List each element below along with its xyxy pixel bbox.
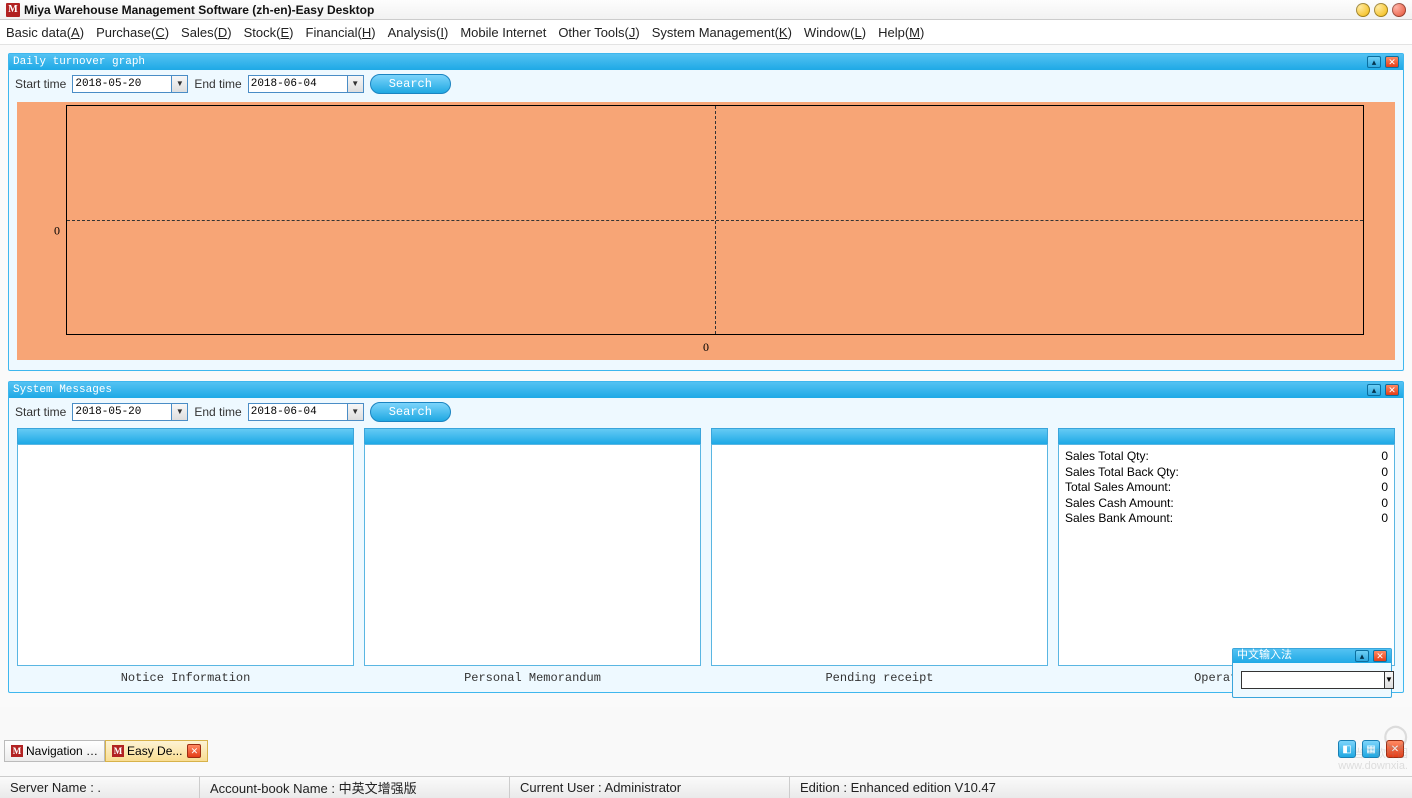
turnover-start-date-input[interactable]	[72, 75, 172, 93]
menu-basic-data[interactable]: Basic data(A)	[6, 25, 84, 40]
stat-value: 0	[1368, 465, 1388, 481]
menu-window[interactable]: Window(L)	[804, 25, 866, 40]
tab-label: Easy De...	[127, 745, 182, 757]
watermark-text: 当下软件园	[1338, 748, 1408, 760]
column-caption: Pending receipt	[711, 666, 1048, 684]
panel-close-button[interactable]: ✕	[1385, 384, 1399, 396]
tab-close-button[interactable]: ✕	[187, 744, 201, 758]
menu-analysis[interactable]: Analysis(I)	[388, 25, 449, 40]
menu-financial[interactable]: Financial(H)	[306, 25, 376, 40]
panel-close-button[interactable]: ✕	[1373, 650, 1387, 662]
menu-purchase[interactable]: Purchase(C)	[96, 25, 169, 40]
chart-y-tick: 0	[54, 224, 60, 239]
tab-label: Navigation …	[26, 745, 98, 757]
statusbar: Server Name : . Account-book Name : 中英文增…	[0, 776, 1412, 798]
list-header[interactable]	[711, 428, 1048, 444]
end-time-label: End time	[194, 405, 241, 419]
turnover-chart: 0 0	[17, 102, 1395, 360]
ime-input[interactable]	[1241, 671, 1385, 689]
list-header[interactable]	[1058, 428, 1395, 444]
chart-x-tick: 0	[703, 340, 709, 355]
menubar: Basic data(A) Purchase(C) Sales(D) Stock…	[0, 20, 1412, 45]
stat-value: 0	[1368, 480, 1388, 496]
menu-help[interactable]: Help(M)	[878, 25, 924, 40]
status-current-user: Current User : Administrator	[510, 777, 790, 798]
column-caption: Personal Memorandum	[364, 666, 701, 684]
menu-system-management[interactable]: System Management(K)	[652, 25, 792, 40]
daily-turnover-panel: Daily turnover graph ▴ ✕ Start time ▼ En…	[8, 53, 1404, 371]
watermark-logo-icon: ◯	[1338, 724, 1408, 748]
task-tabs: M Navigation … M Easy De... ✕	[4, 740, 208, 762]
watermark: ◯ 当下软件园 www.downxia.	[1338, 724, 1408, 772]
stat-label: Sales Bank Amount:	[1065, 511, 1368, 527]
app-icon: M	[6, 3, 20, 17]
tab-easy-desktop[interactable]: M Easy De... ✕	[105, 740, 208, 762]
app-icon: M	[112, 745, 124, 757]
panel-collapse-button[interactable]: ▴	[1367, 384, 1381, 396]
status-edition: Edition : Enhanced edition V10.47	[790, 777, 1412, 798]
stat-value: 0	[1368, 496, 1388, 512]
window-maximize-button[interactable]	[1374, 3, 1388, 17]
list-header[interactable]	[364, 428, 701, 444]
list-body: Sales Total Qty:0 Sales Total Back Qty:0…	[1058, 444, 1395, 666]
stat-label: Sales Total Back Qty:	[1065, 465, 1368, 481]
dropdown-icon[interactable]: ▼	[348, 75, 364, 93]
turnover-end-date-input[interactable]	[248, 75, 348, 93]
list-body[interactable]	[17, 444, 354, 666]
messages-end-date-input[interactable]	[248, 403, 348, 421]
start-time-label: Start time	[15, 77, 66, 91]
menu-stock[interactable]: Stock(E)	[244, 25, 294, 40]
system-messages-title: System Messages	[13, 385, 112, 396]
operation-stats-box: Sales Total Qty:0 Sales Total Back Qty:0…	[1058, 428, 1395, 684]
stat-label: Sales Cash Amount:	[1065, 496, 1368, 512]
stat-value: 0	[1368, 511, 1388, 527]
stat-label: Sales Total Qty:	[1065, 449, 1368, 465]
tab-navigation[interactable]: M Navigation …	[4, 740, 105, 762]
dropdown-icon[interactable]: ▼	[172, 75, 188, 93]
status-server: Server Name : .	[0, 777, 200, 798]
panel-collapse-button[interactable]: ▴	[1355, 650, 1369, 662]
messages-search-button[interactable]: Search	[370, 402, 451, 422]
stat-value: 0	[1368, 449, 1388, 465]
panel-close-button[interactable]: ✕	[1385, 56, 1399, 68]
column-caption: Notice Information	[17, 666, 354, 684]
window-title: Miya Warehouse Management Software (zh-e…	[24, 3, 374, 17]
list-header[interactable]	[17, 428, 354, 444]
menu-sales[interactable]: Sales(D)	[181, 25, 232, 40]
messages-start-date-input[interactable]	[72, 403, 172, 421]
panel-collapse-button[interactable]: ▴	[1367, 56, 1381, 68]
notice-information-box: Notice Information	[17, 428, 354, 684]
dropdown-icon[interactable]: ▼	[348, 403, 364, 421]
ime-title: 中文输入法	[1237, 651, 1292, 662]
personal-memorandum-box: Personal Memorandum	[364, 428, 701, 684]
pending-receipt-box: Pending receipt	[711, 428, 1048, 684]
system-messages-panel: System Messages ▴ ✕ Start time ▼ End tim…	[8, 381, 1404, 693]
menu-other-tools[interactable]: Other Tools(J)	[558, 25, 639, 40]
window-titlebar: M Miya Warehouse Management Software (zh…	[0, 0, 1412, 20]
chart-gridline-horizontal	[67, 220, 1363, 221]
turnover-search-button[interactable]: Search	[370, 74, 451, 94]
stat-label: Total Sales Amount:	[1065, 480, 1368, 496]
status-account-book: Account-book Name : 中英文增强版	[200, 777, 510, 798]
window-minimize-button[interactable]	[1356, 3, 1370, 17]
end-time-label: End time	[194, 77, 241, 91]
watermark-url: www.downxia.	[1338, 760, 1408, 772]
ime-panel[interactable]: 中文输入法 ▴ ✕ ▼	[1232, 648, 1392, 698]
app-icon: M	[11, 745, 23, 757]
daily-turnover-title: Daily turnover graph	[13, 57, 145, 68]
list-body[interactable]	[711, 444, 1048, 666]
dropdown-icon[interactable]: ▼	[1385, 671, 1394, 689]
dropdown-icon[interactable]: ▼	[172, 403, 188, 421]
list-body[interactable]	[364, 444, 701, 666]
window-close-button[interactable]	[1392, 3, 1406, 17]
menu-mobile-internet[interactable]: Mobile Internet	[460, 25, 546, 40]
start-time-label: Start time	[15, 405, 66, 419]
